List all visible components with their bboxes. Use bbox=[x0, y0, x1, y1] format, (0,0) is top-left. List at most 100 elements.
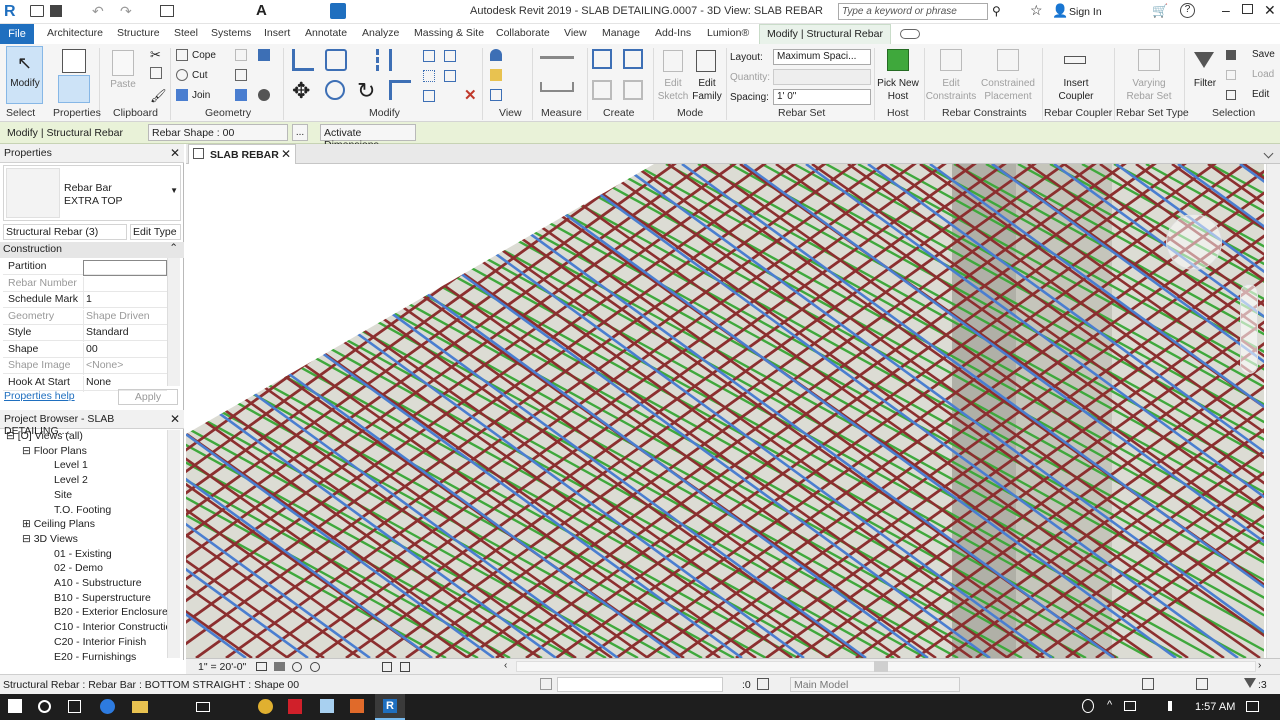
properties-close-icon[interactable]: ✕ bbox=[170, 146, 180, 160]
pin-icon[interactable] bbox=[444, 50, 456, 62]
qat-text-icon[interactable]: A bbox=[256, 2, 267, 19]
view-style-icon[interactable] bbox=[490, 89, 502, 101]
create-group-icon[interactable] bbox=[592, 80, 612, 100]
revit-logo-icon[interactable]: R bbox=[4, 3, 22, 21]
edit-type-button[interactable]: Edit Type bbox=[130, 224, 181, 240]
filter-status-icon[interactable] bbox=[1244, 678, 1256, 688]
tab-collaborate[interactable]: Collaborate bbox=[496, 27, 550, 39]
tab-add-ins[interactable]: Add-Ins bbox=[655, 27, 691, 39]
volume-icon[interactable] bbox=[1168, 701, 1178, 711]
hide-icon[interactable] bbox=[490, 69, 502, 81]
create-assembly-icon[interactable] bbox=[592, 49, 612, 69]
property-row[interactable]: Style Standard bbox=[3, 324, 167, 342]
tab-manage[interactable]: Manage bbox=[602, 27, 640, 39]
paint-icon[interactable] bbox=[235, 89, 247, 101]
qat-thin-lines-icon[interactable] bbox=[330, 3, 346, 19]
property-row[interactable]: Rebar Number bbox=[3, 275, 167, 293]
tree-toggle-icon[interactable]: ⊟ bbox=[6, 430, 18, 442]
horizontal-scroll-right[interactable]: › bbox=[1258, 660, 1261, 671]
acrobat-icon[interactable] bbox=[288, 699, 302, 714]
type-properties-icon[interactable] bbox=[62, 49, 86, 73]
chrome-icon[interactable] bbox=[258, 699, 273, 714]
select-by-face-icon[interactable] bbox=[1196, 678, 1208, 690]
ribbon-toggle-icon[interactable] bbox=[900, 29, 920, 39]
collapse-icon[interactable]: ⌃ bbox=[169, 242, 178, 254]
drawing-area[interactable]: SLAB REBAR ✕ bbox=[186, 144, 1280, 658]
task-view-icon[interactable] bbox=[68, 700, 81, 713]
demolish-icon[interactable] bbox=[258, 49, 270, 61]
tab-insert[interactable]: Insert bbox=[264, 27, 290, 39]
properties-scrollbar[interactable] bbox=[167, 258, 180, 386]
windows-start-icon[interactable] bbox=[8, 699, 22, 713]
property-row[interactable]: Geometry Shape Driven bbox=[3, 308, 167, 326]
tab-massing-site[interactable]: Massing & Site bbox=[414, 27, 484, 39]
property-row[interactable]: Shape Image <None> bbox=[3, 357, 167, 375]
mirror-draw-icon[interactable] bbox=[389, 49, 411, 71]
move-icon[interactable]: ✥ bbox=[292, 78, 310, 104]
type-selector[interactable]: Rebar Bar EXTRA TOP ▼ bbox=[3, 165, 181, 221]
sun-path-icon[interactable] bbox=[292, 662, 302, 672]
reveal-hidden-icon[interactable] bbox=[400, 662, 410, 672]
array-icon[interactable] bbox=[423, 70, 435, 82]
paste-icon[interactable] bbox=[112, 50, 134, 76]
shadows-icon[interactable] bbox=[310, 662, 320, 672]
binoculars-icon[interactable]: ⚲ bbox=[992, 4, 1001, 18]
view-tabs-menu-icon[interactable] bbox=[1263, 148, 1274, 159]
browser-item[interactable]: B20 - Exterior Enclosure bbox=[54, 606, 168, 618]
qat-save-icon[interactable] bbox=[50, 5, 62, 17]
tab-lumion[interactable]: Lumion® bbox=[707, 27, 749, 39]
save-selection-icon[interactable] bbox=[1226, 50, 1236, 60]
cut-label[interactable]: Cut bbox=[192, 70, 208, 81]
filter-icon[interactable] bbox=[1194, 52, 1214, 68]
revit-taskbar-button[interactable]: R bbox=[375, 694, 405, 720]
pick-new-host-icon[interactable] bbox=[887, 49, 909, 71]
layout-select[interactable]: Maximum Spaci... bbox=[773, 49, 871, 65]
visual-style-icon[interactable] bbox=[274, 662, 285, 671]
search-input[interactable]: Type a keyword or phrase bbox=[838, 3, 988, 20]
browser-item[interactable]: ⊟ 3D Views bbox=[22, 533, 78, 545]
browser-item[interactable]: 02 - Demo bbox=[54, 562, 103, 574]
worksets-icon[interactable] bbox=[540, 678, 552, 690]
browser-item[interactable]: ⊟ [O] Views (all) bbox=[6, 430, 83, 442]
browser-item[interactable]: Level 1 bbox=[54, 459, 88, 471]
slab-rebar-3d-view[interactable] bbox=[186, 164, 1264, 658]
close-button[interactable]: ✕ bbox=[1264, 2, 1276, 19]
sign-in-link[interactable]: Sign In bbox=[1069, 6, 1102, 18]
tab-architecture[interactable]: Architecture bbox=[47, 27, 103, 39]
dimension-icon[interactable] bbox=[540, 82, 574, 92]
delete-icon[interactable]: ✕ bbox=[464, 86, 477, 104]
cut-geometry-icon[interactable] bbox=[176, 69, 188, 81]
hide-isolate-icon[interactable] bbox=[382, 662, 392, 672]
tab-steel[interactable]: Steel bbox=[174, 27, 198, 39]
select-links-icon[interactable] bbox=[1142, 678, 1154, 690]
design-options-icon[interactable] bbox=[757, 678, 769, 690]
app-icon-1[interactable] bbox=[320, 699, 334, 713]
star-icon[interactable]: ☆ bbox=[1030, 2, 1043, 19]
mirror-pick-icon[interactable] bbox=[357, 49, 379, 71]
qat-open-icon[interactable] bbox=[30, 5, 44, 17]
browser-item[interactable]: T.O. Footing bbox=[54, 504, 111, 516]
type-dropdown-icon[interactable]: ▼ bbox=[170, 186, 178, 195]
split-face-icon[interactable] bbox=[235, 69, 247, 81]
browser-item[interactable]: Level 2 bbox=[54, 474, 88, 486]
project-browser-close-icon[interactable]: ✕ bbox=[170, 412, 180, 426]
varying-rebar-set-icon[interactable] bbox=[1138, 49, 1160, 71]
view-scale[interactable]: 1" = 20'-0" bbox=[198, 661, 246, 673]
tree-toggle-icon[interactable]: ⊟ bbox=[22, 445, 34, 457]
constrained-placement-icon[interactable] bbox=[997, 49, 1019, 71]
edge-browser-icon[interactable] bbox=[100, 699, 115, 714]
rebar-shape-select[interactable]: Rebar Shape : 00 bbox=[148, 124, 288, 141]
detail-level-icon[interactable] bbox=[256, 662, 267, 671]
instance-filter-select[interactable]: Structural Rebar (3) bbox=[3, 224, 127, 240]
save-selection-label[interactable]: Save bbox=[1252, 49, 1275, 60]
viewcube[interactable] bbox=[1166, 214, 1222, 270]
tab-structure[interactable]: Structure bbox=[117, 27, 160, 39]
mail-icon[interactable] bbox=[196, 702, 210, 712]
edit-selection-label[interactable]: Edit bbox=[1252, 89, 1269, 100]
cope-icon[interactable] bbox=[176, 49, 188, 61]
insert-coupler-icon[interactable] bbox=[1064, 56, 1086, 64]
properties-section-construction[interactable]: Construction ⌃ bbox=[0, 242, 184, 258]
help-icon[interactable]: ? bbox=[1180, 3, 1195, 18]
network-icon[interactable] bbox=[1124, 701, 1136, 711]
tab-analyze[interactable]: Analyze bbox=[362, 27, 399, 39]
